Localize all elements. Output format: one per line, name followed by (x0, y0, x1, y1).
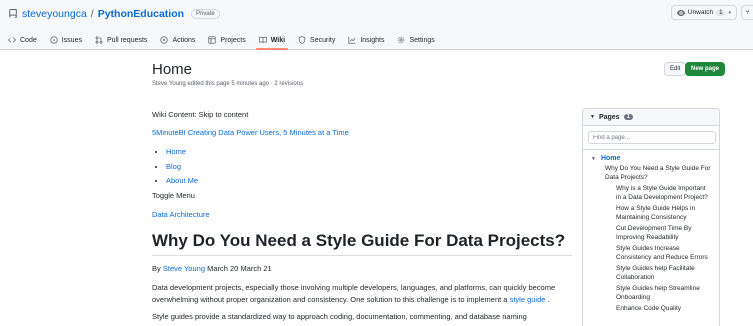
chevron-down-icon: ▾ (728, 9, 731, 16)
repo-icon (9, 9, 17, 18)
repo-nav: Code Issues Pull requests Actions Projec… (8, 30, 448, 50)
tab-label: Code (20, 36, 37, 44)
new-page-button[interactable]: New page (685, 62, 726, 76)
byline: By Steve Young March 20 March 21 (152, 263, 272, 275)
page-toc: Why Do You Need a Style Guide For Data P… (583, 165, 719, 314)
data-architecture-link[interactable]: Data Architecture (152, 209, 210, 221)
paragraph: Style guides provide a standardized way … (152, 312, 527, 321)
toc-item[interactable]: Why is a Style Guide Important in a Data… (616, 185, 711, 202)
tab-label: Actions (172, 36, 196, 44)
repo-title: steveyoungca / PythonEducation Private (8, 7, 220, 21)
skip-text: Wiki Content: Skip to content (152, 110, 249, 119)
fork-button[interactable]: ⑂ (741, 5, 753, 20)
author-link[interactable]: Steve Young (163, 264, 205, 273)
menu-item: Home (166, 145, 198, 160)
repo-separator: / (90, 8, 94, 20)
shield-icon (298, 36, 306, 44)
repo-owner-link[interactable]: steveyoungca (22, 8, 87, 20)
toc-item[interactable]: Cut Development Time By Improving Readab… (616, 225, 711, 242)
tab-actions[interactable]: Actions (160, 30, 195, 50)
menu-item: Blog (166, 160, 198, 175)
paragraph-text: Data development projects, especially th… (152, 283, 556, 304)
toc-item[interactable]: How a Style Guide Helps in Maintaining C… (616, 205, 711, 222)
tab-wiki[interactable]: Wiki (255, 30, 289, 50)
tab-label: Issues (61, 36, 82, 44)
toc-item[interactable]: Style Guides Increase Consistency and Re… (616, 245, 711, 262)
pages-header[interactable]: ▼ Pages 1 (583, 109, 719, 126)
menu-link-about[interactable]: About Me (166, 176, 198, 185)
repo-header: steveyoungca / PythonEducation Private U… (0, 0, 753, 50)
watch-count: 1 (716, 9, 726, 16)
toc-item[interactable]: Style Guides help Facilitate Collaborati… (616, 265, 711, 282)
repo-name-link[interactable]: PythonEducation (98, 8, 184, 20)
pull-request-icon (95, 36, 103, 44)
style-guide-link[interactable]: style guide (510, 295, 546, 304)
toggle-menu-text: Toggle Menu (152, 191, 195, 200)
pages-sidebar: ▼ Pages 1 ▼ Home Why Do You Need a Style… (582, 108, 720, 326)
paragraph-end: . (547, 295, 550, 304)
menu-link-blog[interactable]: Blog (166, 162, 181, 171)
toc-item[interactable]: Why Do You Need a Style Guide For Data P… (605, 165, 715, 182)
unwatch-button[interactable]: Unwatch 1 ▾ (670, 5, 737, 20)
tab-settings[interactable]: Settings (397, 30, 435, 50)
tab-label: Settings (409, 36, 435, 44)
tab-insights[interactable]: Insights (348, 30, 384, 50)
play-icon (160, 36, 169, 44)
page-title: Home (152, 61, 193, 78)
repo-actions: Unwatch 1 ▾ ⑂ (670, 5, 753, 20)
tab-pull-requests[interactable]: Pull requests (95, 30, 147, 50)
page-meta: Steve Young edited this page 5 minutes a… (152, 81, 304, 87)
byline-dates: March 20 March 21 (207, 264, 272, 273)
chevron-down-icon: ▼ (591, 155, 596, 162)
code-icon (8, 37, 16, 43)
book-icon (258, 36, 267, 44)
divider (583, 149, 719, 150)
tab-label: Security (310, 36, 336, 44)
pages-title: Pages (598, 113, 620, 121)
tab-security[interactable]: Security (298, 30, 335, 50)
issue-icon (50, 36, 58, 44)
byline-prefix: By (152, 264, 161, 273)
site-menu: Home Blog About Me (166, 145, 198, 189)
tab-label: Wiki (270, 36, 286, 44)
eye-icon (676, 9, 685, 16)
tab-label: Pull requests (106, 36, 148, 44)
toc-item[interactable]: Style Guides help Streamline Onboarding (616, 285, 711, 302)
pages-count: 1 (623, 114, 633, 120)
gear-icon (398, 36, 405, 44)
sidebar-home-link[interactable]: Home (601, 155, 620, 162)
paragraph: Data development projects, especially th… (152, 282, 570, 306)
table-icon (208, 36, 217, 44)
menu-link-home[interactable]: Home (166, 147, 186, 156)
tab-label: Insights (360, 36, 385, 44)
tab-label: Projects (220, 36, 246, 44)
unwatch-label: Unwatch (687, 9, 714, 16)
edit-button[interactable]: Edit (664, 62, 687, 76)
tab-code[interactable]: Code (8, 30, 37, 50)
visibility-badge: Private (191, 9, 220, 19)
graph-icon (348, 36, 356, 44)
toc-item[interactable]: Enhance Code Quality (616, 305, 711, 314)
sidebar-item-home[interactable]: ▼ Home (591, 155, 719, 162)
tab-projects[interactable]: Projects (208, 30, 246, 50)
menu-item: About Me (166, 174, 198, 189)
find-page-input[interactable] (588, 131, 716, 144)
site-title-link[interactable]: 5MinuteBI Creating Data Power Users, 5 M… (152, 127, 349, 139)
tab-issues[interactable]: Issues (50, 30, 82, 50)
chevron-down-icon: ▼ (590, 114, 595, 120)
article-heading: Why Do You Need a Style Guide For Data P… (152, 231, 572, 256)
